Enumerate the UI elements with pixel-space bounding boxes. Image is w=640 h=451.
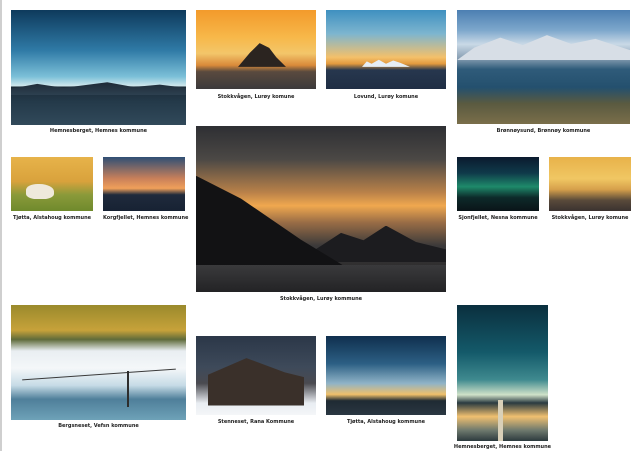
caption-korgfjellet: Korgfjellet, Hemnes kommune [103,215,189,221]
photo-bergsneset[interactable] [11,305,186,420]
photo-hills [11,82,186,96]
photo-tjotta-sheep[interactable] [11,157,93,211]
caption-hemnesberget-1: Hemnesberget, Hemnes kommune [49,128,148,134]
photo-cabin [208,358,304,406]
photo-power-pole [126,370,129,408]
caption-stokkvagen-featured: Stokkvågen, Lurøy kommune [279,296,363,302]
caption-bergsneset: Bergsneset, Vefsn kommune [58,423,139,429]
caption-stokkvagen-1: Stokkvågen, Lurøy komune [217,94,295,100]
photo-power-line [21,368,176,381]
page-edge-rule [0,0,2,451]
photo-mountains [457,35,630,61]
photo-hemnesberget-jetty[interactable] [457,305,548,441]
caption-tjotta-2: Tjøtta, Alstahoug kommune [346,419,426,425]
caption-stokkvagen-2: Stokkvågen, Lurøy komune [551,215,629,221]
photo-sjonfjellet-aurora[interactable] [457,157,539,211]
caption-tjotta-1: Tjøtta, Alstahoug kommune [12,215,92,221]
caption-sjonfjellet: Sjonfjellet, Nesna kommune [458,215,538,221]
caption-lovund: Lovund, Lurøy komune [353,94,419,100]
photo-tjotta-twilight[interactable] [326,336,446,415]
photo-stokkvagen-dusk[interactable] [549,157,631,211]
photo-island [362,59,410,67]
caption-hemnesberget-2: Hemnesberget, Hemnes kommune [453,444,552,450]
caption-stenneset: Stenneset, Rana Kommune [217,419,295,425]
photo-korgfjellet[interactable] [103,157,185,211]
photo-rock [238,43,286,67]
photo-jetty [497,400,504,441]
caption-bronnoysund: Brønnøysund, Brønnøy kommune [496,128,591,134]
photo-hemnesberget-lake[interactable] [11,10,186,125]
photo-stokkvagen-sunset[interactable] [196,10,316,89]
photo-stenneset-cabin[interactable] [196,336,316,415]
photo-sheep [25,184,55,200]
photo-bronnoysund[interactable] [457,10,630,124]
photo-stokkvagen-featured[interactable] [196,126,446,292]
photo-lovund[interactable] [326,10,446,89]
photo-water [196,265,446,292]
